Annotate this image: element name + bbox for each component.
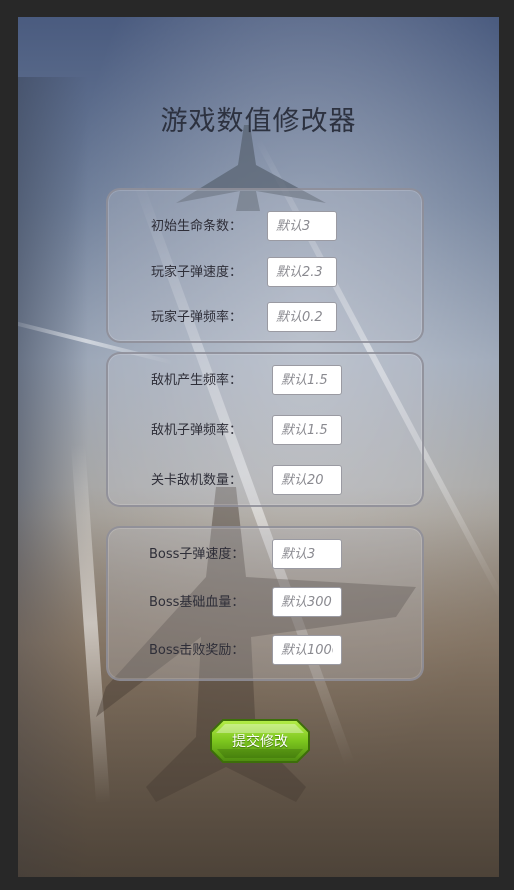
player-bullet-speed-input[interactable] bbox=[267, 257, 337, 287]
setting-label: 初始生命条数： bbox=[151, 219, 243, 234]
setting-label: Boss子弹速度： bbox=[149, 547, 245, 562]
setting-row: 敌机子弹频率： bbox=[108, 415, 422, 447]
submit-button-label: 提交修改 bbox=[232, 733, 288, 749]
setting-row: Boss击败奖励： bbox=[108, 635, 422, 667]
page-title: 游戏数值修改器 bbox=[160, 106, 357, 137]
setting-row: 玩家子弹速度： bbox=[108, 257, 422, 289]
setting-row: 关卡敌机数量： bbox=[108, 465, 422, 497]
settings-group-boss: Boss子弹速度： Boss基础血量： Boss击败奖励： bbox=[106, 526, 424, 681]
setting-label: Boss基础血量： bbox=[149, 595, 245, 610]
boss-bullet-speed-input[interactable] bbox=[272, 539, 342, 569]
setting-row: 玩家子弹频率： bbox=[108, 302, 422, 334]
settings-group-player: 初始生命条数： 玩家子弹速度： 玩家子弹频率： bbox=[106, 188, 424, 343]
setting-row: 初始生命条数： bbox=[108, 211, 422, 243]
setting-label: 玩家子弹速度： bbox=[151, 265, 243, 280]
game-view: 游戏数值修改器 初始生命条数： 玩家子弹速度： 玩家子弹频率： 敌机产生频率： bbox=[18, 17, 499, 877]
setting-label: 敌机产生频率： bbox=[151, 373, 243, 388]
boss-base-hp-input[interactable] bbox=[272, 587, 342, 617]
setting-row: Boss子弹速度： bbox=[108, 539, 422, 571]
boss-defeat-reward-input[interactable] bbox=[272, 635, 342, 665]
player-bullet-rate-input[interactable] bbox=[267, 302, 337, 332]
setting-label: 关卡敌机数量： bbox=[151, 473, 243, 488]
setting-label: Boss击败奖励： bbox=[149, 643, 245, 658]
setting-label: 敌机子弹频率： bbox=[151, 423, 243, 438]
setting-row: Boss基础血量： bbox=[108, 587, 422, 619]
initial-lives-input[interactable] bbox=[267, 211, 337, 241]
setting-label: 玩家子弹频率： bbox=[151, 310, 243, 325]
enemy-count-input[interactable] bbox=[272, 465, 342, 495]
enemy-bullet-rate-input[interactable] bbox=[272, 415, 342, 445]
submit-changes-button[interactable]: 提交修改 bbox=[209, 718, 311, 764]
editor-background: 游戏数值修改器 初始生命条数： 玩家子弹速度： 玩家子弹频率： 敌机产生频率： bbox=[0, 0, 514, 890]
enemy-spawn-rate-input[interactable] bbox=[272, 365, 342, 395]
setting-row: 敌机产生频率： bbox=[108, 365, 422, 397]
settings-group-enemy: 敌机产生频率： 敌机子弹频率： 关卡敌机数量： bbox=[106, 352, 424, 507]
